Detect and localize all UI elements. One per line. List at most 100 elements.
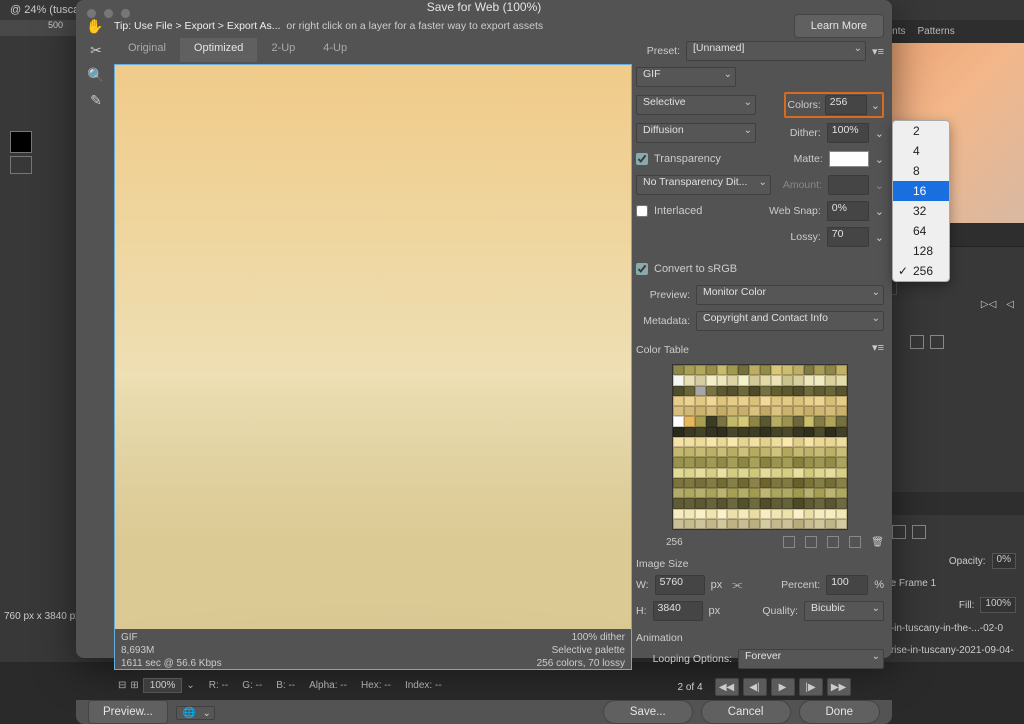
color-swatch[interactable]: [804, 416, 815, 426]
color-swatch[interactable]: [836, 437, 847, 447]
color-swatch[interactable]: [727, 365, 738, 375]
ct-cube-icon[interactable]: [783, 536, 795, 548]
color-swatch[interactable]: [825, 437, 836, 447]
color-swatch[interactable]: [825, 365, 836, 375]
color-swatch[interactable]: [836, 509, 847, 519]
transparency-checkbox[interactable]: [636, 153, 648, 165]
color-swatch[interactable]: [804, 509, 815, 519]
opacity-select[interactable]: 0%: [992, 553, 1016, 569]
chevron-down-icon[interactable]: ⌄: [875, 127, 884, 140]
color-swatch[interactable]: [749, 509, 760, 519]
color-swatch[interactable]: [706, 519, 717, 529]
done-button[interactable]: Done: [799, 700, 881, 724]
color-swatch[interactable]: [695, 365, 706, 375]
color-swatch[interactable]: [782, 519, 793, 529]
color-swatch[interactable]: [706, 416, 717, 426]
color-swatch[interactable]: [727, 509, 738, 519]
ct-select-icon[interactable]: [805, 536, 817, 548]
color-swatch[interactable]: [749, 386, 760, 396]
color-swatch[interactable]: [804, 488, 815, 498]
dither-input[interactable]: 100%: [827, 123, 869, 143]
zoom-in-icon[interactable]: ⊞: [130, 680, 138, 691]
color-swatch[interactable]: [738, 396, 749, 406]
color-swatch[interactable]: [771, 386, 782, 396]
colors-option[interactable]: 256: [893, 261, 949, 281]
tab-original[interactable]: Original: [114, 38, 180, 62]
color-swatch[interactable]: [706, 365, 717, 375]
srgb-checkbox[interactable]: [636, 263, 648, 275]
color-swatch[interactable]: [727, 468, 738, 478]
color-swatch[interactable]: [706, 447, 717, 457]
zoom-value[interactable]: 100%: [143, 678, 183, 693]
color-swatch[interactable]: [695, 416, 706, 426]
colors-option[interactable]: 4: [893, 141, 949, 161]
color-swatch[interactable]: [738, 416, 749, 426]
color-swatch[interactable]: [727, 519, 738, 529]
color-swatch[interactable]: [814, 375, 825, 385]
cancel-button[interactable]: Cancel: [701, 700, 791, 724]
color-swatch[interactable]: [727, 396, 738, 406]
color-swatch[interactable]: [825, 509, 836, 519]
color-swatch[interactable]: [771, 427, 782, 437]
browser-select[interactable]: 🌐: [176, 706, 215, 720]
color-swatch[interactable]: [695, 498, 706, 508]
color-swatch[interactable]: [793, 509, 804, 519]
color-swatch[interactable]: [771, 396, 782, 406]
color-swatch[interactable]: [782, 447, 793, 457]
color-swatch[interactable]: [673, 396, 684, 406]
color-swatch[interactable]: [695, 468, 706, 478]
color-swatch[interactable]: [695, 396, 706, 406]
color-swatch[interactable]: [804, 457, 815, 467]
color-swatch[interactable]: [684, 375, 695, 385]
color-swatch[interactable]: [825, 406, 836, 416]
color-swatch[interactable]: [782, 478, 793, 488]
color-swatch[interactable]: [684, 386, 695, 396]
color-swatch[interactable]: [804, 468, 815, 478]
color-swatch[interactable]: [793, 416, 804, 426]
filter-smart-icon[interactable]: [912, 525, 926, 539]
color-swatch[interactable]: [760, 365, 771, 375]
flip-h-icon[interactable]: ▷◁: [981, 299, 996, 310]
color-swatch[interactable]: [836, 386, 847, 396]
color-swatch[interactable]: [684, 478, 695, 488]
color-swatch[interactable]: [804, 437, 815, 447]
color-swatch[interactable]: [727, 375, 738, 385]
color-swatch[interactable]: [814, 488, 825, 498]
distribute-h-icon[interactable]: [910, 335, 924, 349]
color-swatch[interactable]: [706, 478, 717, 488]
dialog-titlebar[interactable]: Save for Web (100%): [76, 0, 892, 14]
zoom-icon[interactable]: [120, 8, 131, 19]
color-swatch[interactable]: [814, 396, 825, 406]
color-swatch[interactable]: [727, 447, 738, 457]
color-swatch[interactable]: [836, 427, 847, 437]
color-swatch[interactable]: [760, 457, 771, 467]
color-swatch[interactable]: [695, 406, 706, 416]
color-swatch[interactable]: [727, 406, 738, 416]
color-swatch[interactable]: [727, 498, 738, 508]
color-swatch[interactable]: [695, 427, 706, 437]
color-swatch[interactable]: [695, 519, 706, 529]
color-swatch[interactable]: [825, 498, 836, 508]
color-swatch[interactable]: [793, 457, 804, 467]
color-swatch[interactable]: [771, 457, 782, 467]
color-swatch[interactable]: [706, 437, 717, 447]
color-swatch[interactable]: [814, 509, 825, 519]
color-swatch[interactable]: [836, 519, 847, 529]
color-swatch[interactable]: [738, 386, 749, 396]
color-swatch[interactable]: [684, 519, 695, 529]
play-button[interactable]: ▶: [771, 678, 795, 696]
color-swatch[interactable]: [749, 457, 760, 467]
color-swatch[interactable]: [804, 406, 815, 416]
color-swatch[interactable]: [760, 488, 771, 498]
color-swatch[interactable]: [760, 447, 771, 457]
color-swatch[interactable]: [717, 519, 728, 529]
color-swatch[interactable]: [673, 447, 684, 457]
color-swatch[interactable]: [695, 488, 706, 498]
color-swatch[interactable]: [771, 406, 782, 416]
color-swatch[interactable]: [836, 416, 847, 426]
color-swatch[interactable]: [717, 488, 728, 498]
foreground-color-swatch[interactable]: [10, 131, 32, 153]
color-swatch[interactable]: [673, 457, 684, 467]
color-swatch[interactable]: [684, 488, 695, 498]
color-swatch[interactable]: [836, 447, 847, 457]
